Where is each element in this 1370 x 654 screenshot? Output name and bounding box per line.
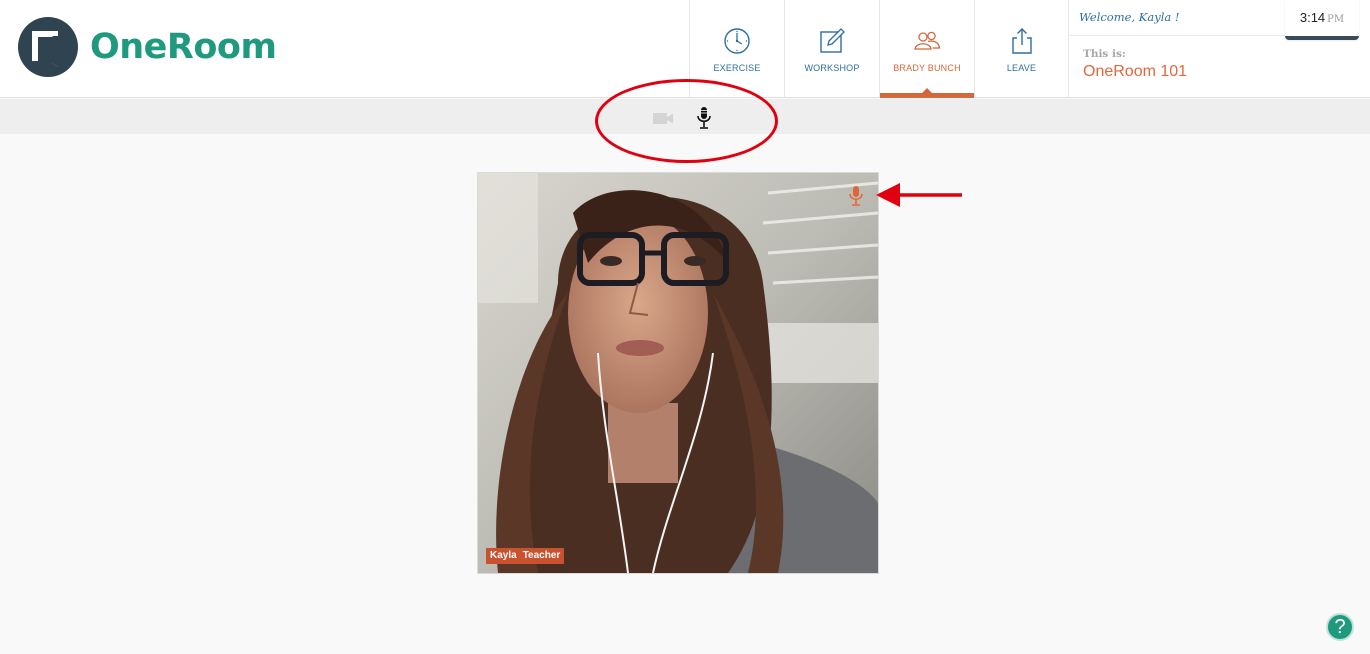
nav-label-leave: LEAVE xyxy=(1006,63,1037,73)
nav-item-brady-bunch[interactable]: BRADY BUNCH xyxy=(879,0,974,98)
nav-item-leave[interactable]: LEAVE xyxy=(974,0,1069,98)
nav-label-workshop: WORKSHOP xyxy=(804,63,860,73)
participant-video-tile[interactable]: Kayla Teacher xyxy=(477,172,879,574)
clock-ampm: PM xyxy=(1327,14,1345,25)
participant-name: Kayla xyxy=(490,550,517,561)
welcome-message: Welcome, Kayla ! xyxy=(1079,10,1180,24)
share-icon xyxy=(1011,28,1032,54)
annotation-highlight-ellipse xyxy=(595,79,778,163)
main-nav: EXERCISE WORKSHOP BRADY BUNCH LEAVE xyxy=(689,0,1069,98)
clock-time: 3:14 xyxy=(1299,10,1326,25)
oneroom-logo-icon xyxy=(18,17,78,77)
participant-role: Teacher xyxy=(522,550,561,561)
clock: 3:14 PM xyxy=(1285,0,1359,40)
group-icon xyxy=(914,31,941,50)
room-prefix: This is: xyxy=(1083,48,1126,60)
nav-label-exercise: EXERCISE xyxy=(713,63,761,73)
participant-name-badge: Kayla Teacher xyxy=(486,548,565,564)
nav-label-brady-bunch: BRADY BUNCH xyxy=(893,63,961,73)
clock-icon xyxy=(724,28,750,54)
participant-video-feed xyxy=(478,173,878,573)
annotation-arrow xyxy=(876,183,962,207)
edit-icon xyxy=(820,28,845,53)
nav-item-workshop[interactable]: WORKSHOP xyxy=(784,0,879,98)
microphone-icon xyxy=(849,186,863,206)
room-name: OneRoom 101 xyxy=(1083,63,1188,80)
logo-text: OneRoom xyxy=(90,27,277,67)
logo[interactable]: OneRoom xyxy=(18,17,277,77)
help-button[interactable]: ? xyxy=(1326,613,1354,641)
